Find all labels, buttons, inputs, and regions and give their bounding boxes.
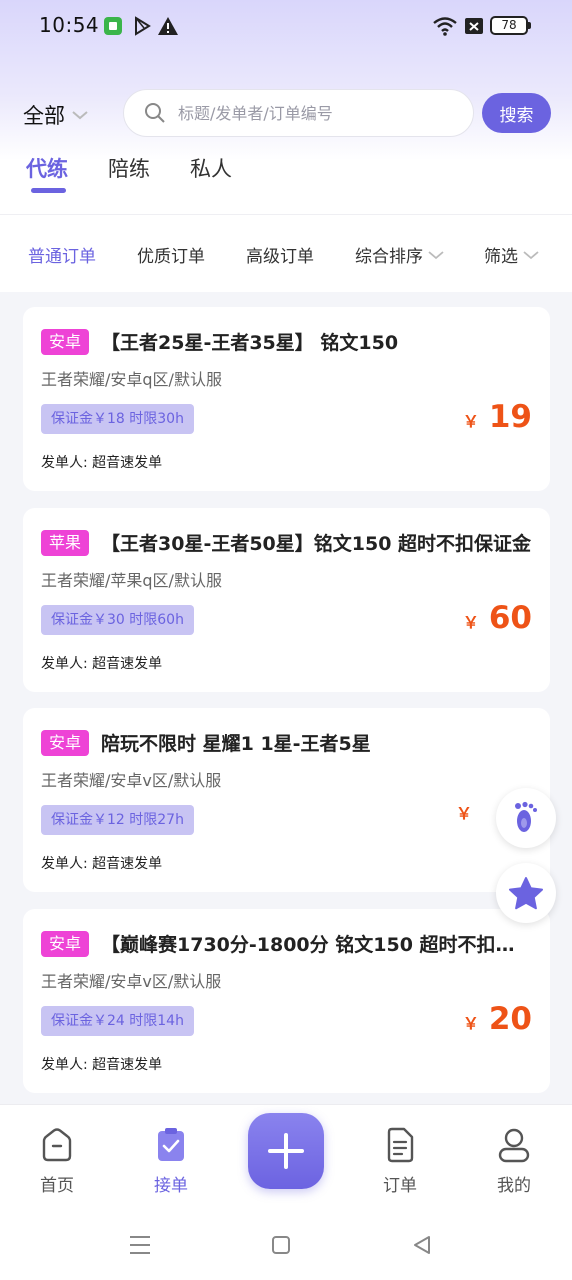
subtab-label: 高级订单 <box>246 247 314 267</box>
deposit-tag: 保证金￥30 时限60h <box>41 605 194 635</box>
home-square-icon[interactable] <box>271 1235 291 1255</box>
order-publisher: 发单人: 超音速发单 <box>41 856 163 872</box>
play-store-icon <box>135 16 151 36</box>
order-card[interactable]: 安卓 【巅峰赛1730分-1800分 铭文150 超时不扣保证金 王者荣耀/安卓… <box>23 909 550 1093</box>
status-time: 10:54 <box>39 13 100 37</box>
search-input[interactable] <box>178 103 458 123</box>
deposit-tag: 保证金￥24 时限14h <box>41 1006 194 1036</box>
nav-label: 订单 <box>383 1176 417 1196</box>
price-amount: 19 <box>488 399 532 435</box>
search-icon <box>145 103 165 123</box>
back-icon[interactable] <box>411 1234 433 1256</box>
platform-badge: 安卓 <box>41 730 90 756</box>
order-card[interactable]: 安卓 陪玩不限时 星耀1 1星-王者5星 王者荣耀/安卓v区/默认服 保证金￥1… <box>23 708 550 892</box>
order-publisher: 发单人: 超音速发单 <box>41 656 163 672</box>
favorite-button[interactable] <box>496 863 556 923</box>
subtab-label: 筛选 <box>484 247 518 267</box>
add-order-button[interactable] <box>248 1113 324 1189</box>
tab-coaching[interactable]: 陪练 <box>108 153 150 197</box>
clipboard-check-icon <box>158 1128 184 1161</box>
deposit-tag: 保证金￥12 时限27h <box>41 805 194 835</box>
currency-symbol: ￥ <box>462 412 479 431</box>
order-publisher: 发单人: 超音速发单 <box>41 455 163 471</box>
currency-symbol: ￥ <box>462 1014 479 1033</box>
nav-orders[interactable]: 订单 <box>370 1127 430 1196</box>
battery-indicator: 78 <box>490 16 531 35</box>
subtab-premium-orders[interactable]: 高级订单 <box>246 242 314 267</box>
search-button[interactable]: 搜索 <box>482 93 551 133</box>
order-title: 陪玩不限时 星耀1 1星-王者5星 <box>101 733 371 755</box>
order-title: 【巅峰赛1730分-1800分 铭文150 超时不扣保证金 <box>101 934 533 956</box>
app-notification-icon <box>104 17 122 35</box>
nav-label: 我的 <box>497 1176 531 1196</box>
wifi-icon <box>433 17 457 36</box>
currency-symbol: ￥ <box>455 804 472 823</box>
order-price: ￥ 19 <box>463 399 532 435</box>
system-nav-bar <box>0 1210 572 1280</box>
price-amount: 20 <box>488 1001 532 1037</box>
order-price: ￥ 20 <box>463 1001 532 1037</box>
order-server: 王者荣耀/安卓q区/默认服 <box>41 370 222 389</box>
subtab-normal-orders[interactable]: 普通订单 <box>28 242 96 267</box>
search-box[interactable] <box>123 89 474 137</box>
footprint-icon <box>515 801 537 832</box>
filter-dropdown[interactable]: 筛选 <box>484 242 540 267</box>
nav-label: 首页 <box>40 1176 74 1196</box>
subtab-label: 优质订单 <box>137 247 205 267</box>
order-price: ￥ 60 <box>463 600 532 636</box>
order-server: 王者荣耀/苹果q区/默认服 <box>41 571 222 590</box>
price-amount: 60 <box>488 600 532 636</box>
chevron-down-icon <box>72 111 88 120</box>
scope-dropdown[interactable]: 全部 <box>23 100 89 130</box>
platform-badge: 安卓 <box>41 931 90 957</box>
sim-off-icon <box>465 18 483 34</box>
scope-label: 全部 <box>23 104 65 128</box>
nav-profile[interactable]: 我的 <box>484 1127 544 1196</box>
order-server: 王者荣耀/安卓v区/默认服 <box>41 771 222 790</box>
menu-icon[interactable] <box>128 1234 152 1256</box>
nav-accept-orders[interactable]: 接单 <box>141 1127 201 1196</box>
bottom-nav: 首页 接单 订单 我的 <box>0 1104 572 1210</box>
document-icon <box>387 1127 414 1163</box>
status-bar: 10:54 78 <box>0 0 572 52</box>
subtab-label: 综合排序 <box>355 247 423 267</box>
tab-private[interactable]: 私人 <box>190 153 232 197</box>
currency-symbol: ￥ <box>462 613 479 632</box>
platform-badge: 安卓 <box>41 329 90 355</box>
chevron-down-icon <box>523 250 539 259</box>
tab-boosting[interactable]: 代练 <box>26 153 68 197</box>
nav-home[interactable]: 首页 <box>27 1127 87 1196</box>
subtab-label: 普通订单 <box>28 247 96 267</box>
nav-label: 接单 <box>154 1176 188 1196</box>
deposit-tag: 保证金￥18 时限30h <box>41 404 194 434</box>
order-card[interactable]: 苹果 【王者30星-王者50星】铭文150 超时不扣保证金 王者荣耀/苹果q区/… <box>23 508 550 692</box>
order-publisher: 发单人: 超音速发单 <box>41 1057 163 1073</box>
sort-dropdown[interactable]: 综合排序 <box>355 242 445 267</box>
plus-icon <box>268 1133 304 1169</box>
filter-bar: 普通订单 优质订单 高级订单 综合排序 筛选 <box>0 214 572 292</box>
home-icon <box>42 1128 72 1162</box>
warning-icon <box>158 17 178 35</box>
chevron-down-icon <box>428 250 444 259</box>
platform-badge: 苹果 <box>41 530 90 556</box>
order-server: 王者荣耀/安卓v区/默认服 <box>41 972 222 991</box>
order-price: ￥ <box>456 800 482 824</box>
user-icon <box>498 1128 530 1163</box>
star-icon <box>509 877 543 910</box>
order-title: 【王者30星-王者50星】铭文150 超时不扣保证金 <box>101 533 532 555</box>
main-tabs: 代练 陪练 私人 <box>26 153 232 197</box>
order-card[interactable]: 安卓 【王者25星-王者35星】 铭文150 王者荣耀/安卓q区/默认服 保证金… <box>23 307 550 491</box>
order-title: 【王者25星-王者35星】 铭文150 <box>101 332 399 354</box>
subtab-quality-orders[interactable]: 优质订单 <box>137 242 205 267</box>
footprint-button[interactable] <box>496 788 556 848</box>
